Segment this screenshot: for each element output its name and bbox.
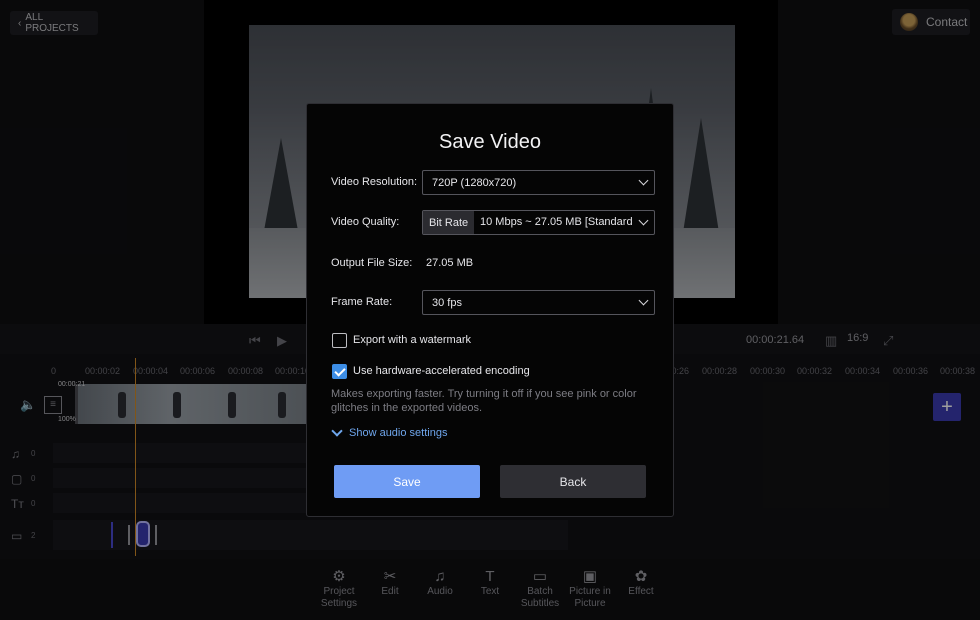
framerate-value: 30 fps xyxy=(432,296,462,309)
framerate-select[interactable]: 30 fps xyxy=(422,290,655,315)
chevron-down-icon xyxy=(331,425,343,437)
dialog-title: Save Video xyxy=(439,131,541,153)
show-audio-settings-link[interactable]: Show audio settings xyxy=(331,425,448,439)
hw-encoding-label[interactable]: Use hardware-accelerated encoding xyxy=(353,365,530,377)
resolution-label: Video Resolution: xyxy=(331,176,418,188)
framerate-label: Frame Rate: xyxy=(331,296,393,308)
chevron-down-icon xyxy=(638,215,649,226)
quality-label: Video Quality: xyxy=(331,216,400,228)
audio-settings-label: Show audio settings xyxy=(349,427,448,439)
hw-encoding-checkbox[interactable] xyxy=(332,364,347,379)
watermark-checkbox[interactable] xyxy=(332,333,347,348)
filesize-value: 27.05 MB xyxy=(426,257,474,269)
hw-encoding-hint: Makes exporting faster. Try turning it o… xyxy=(331,388,637,414)
watermark-label[interactable]: Export with a watermark xyxy=(353,334,471,346)
chevron-down-icon xyxy=(638,175,649,186)
save-button[interactable]: Save xyxy=(334,465,480,498)
quality-value: 10 Mbps ~ 27.05 MB [Standard xyxy=(480,216,633,228)
resolution-select[interactable]: 720P (1280x720) xyxy=(422,170,655,195)
filesize-label: Output File Size: xyxy=(331,257,413,269)
resolution-value: 720P (1280x720) xyxy=(432,176,517,189)
quality-select[interactable]: Bit Rate 10 Mbps ~ 27.05 MB [Standard xyxy=(422,210,655,235)
back-button[interactable]: Back xyxy=(500,465,646,498)
bitrate-mode-tag[interactable]: Bit Rate xyxy=(423,211,475,234)
chevron-down-icon xyxy=(638,295,649,306)
